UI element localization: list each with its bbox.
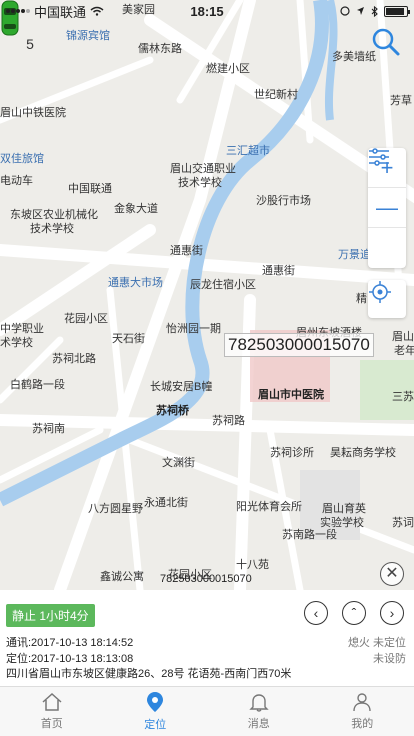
close-button[interactable]: ✕	[380, 562, 404, 586]
next-button[interactable]: ›	[380, 601, 404, 625]
map-label: 沙股行市场	[256, 195, 311, 207]
map-label: 通惠街	[262, 265, 295, 277]
loc-time: 定位:2017-10-13 18:13:08	[6, 653, 134, 665]
status-bar: 中国联通 18:15	[0, 0, 414, 22]
map-label: 长城安居B幢	[150, 381, 213, 393]
map-label: 苏祠北路	[52, 353, 96, 365]
map-label: 天石街	[112, 333, 145, 345]
chevron-right-icon: ›	[389, 605, 395, 621]
map-label: 三汇超市	[226, 145, 270, 157]
map-label: 苏祠南	[32, 423, 65, 435]
locate-button[interactable]	[368, 280, 406, 318]
map-label: 永通北街	[144, 497, 188, 509]
map-label: 技术学校	[30, 223, 74, 235]
user-icon	[353, 693, 371, 712]
tab-messages[interactable]: 消息	[207, 687, 311, 736]
vehicle-info-panel: 静止 1小时4分 ‹ ˆ › 通讯:2017-10-13 18:14:52 定位…	[0, 590, 414, 686]
map-label: 苏南路一段	[282, 529, 337, 541]
map-label: 苏词	[392, 517, 414, 529]
map-label: 文渊街	[162, 457, 195, 469]
carrier-label: 中国联通	[34, 4, 87, 20]
comm-time: 通讯:2017-10-13 18:14:52	[6, 637, 134, 649]
map-label: 昊耘商务学校	[330, 447, 396, 459]
location-arrow-icon	[357, 7, 364, 15]
layers-button[interactable]	[368, 148, 406, 268]
chevron-up-icon: ˆ	[351, 605, 357, 621]
map-label: 锦源宾馆	[66, 30, 110, 42]
zoom-level: 5	[26, 36, 34, 52]
map-label: 万景追	[338, 249, 371, 261]
ignition-status: 熄火 未定位	[347, 637, 406, 649]
status-badge: 静止 1小时4分	[6, 604, 95, 627]
signal-icon	[6, 9, 30, 13]
address: 四川省眉山市东坡区健康路26、28号 花语苑-西南门西70米	[6, 668, 292, 680]
map-label: 鑫诚公寓	[100, 571, 144, 583]
home-icon	[42, 692, 62, 711]
search-button[interactable]	[370, 26, 402, 58]
chevron-left-icon: ‹	[313, 605, 319, 621]
map-label: 老年	[394, 345, 414, 357]
map-label: 儒林东路	[138, 43, 182, 55]
tab-label: 我的	[351, 718, 374, 730]
map-label: 金象大道	[114, 203, 158, 215]
map-label: 苏祠诊所	[270, 447, 314, 459]
map-view[interactable]: 美家园 锦源宾馆 儒林东路 燃建小区 多美墙纸 世纪新村 芳草 眉山中铁医院 三汇超市 双佳旅馆眉…	[0, 0, 414, 590]
bluetooth-icon	[371, 5, 378, 17]
plate-callout: 782503000015070	[224, 333, 374, 357]
map-label: 眉山中铁医院	[0, 107, 66, 119]
map-label: 怡洲园一期	[166, 323, 221, 335]
prev-button[interactable]: ‹	[304, 601, 328, 625]
tab-home[interactable]: 首页	[0, 687, 104, 736]
tab-bar: 首页 定位 消息 我的	[0, 686, 414, 736]
map-label: 十八苑	[236, 559, 269, 571]
map-label: 术学校	[0, 337, 33, 349]
map-label: 白鹤路一段	[10, 379, 65, 391]
map-label: 世纪新村	[254, 89, 298, 101]
sliders-icon	[369, 148, 389, 166]
zoom-out-button[interactable]: —	[368, 188, 406, 228]
defense-status: 未设防	[373, 653, 406, 665]
tab-label: 首页	[40, 718, 63, 730]
map-control-panel: + —	[368, 148, 406, 268]
map-label: 苏祠桥	[156, 405, 189, 417]
map-label: 辰龙住宿小区	[190, 279, 256, 291]
battery-icon	[384, 5, 410, 17]
map-label: 中国联通	[68, 183, 112, 195]
map-label: 三苏	[392, 391, 414, 403]
map-label: 眉山市中医院	[258, 389, 324, 401]
up-button[interactable]: ˆ	[342, 601, 366, 625]
map-label: 燃建小区	[206, 63, 250, 75]
map-label: 双佳旅馆	[0, 153, 44, 165]
map-label: 技术学校	[178, 177, 222, 189]
device-id-label: 782503000015070	[160, 573, 252, 585]
search-icon	[372, 28, 400, 56]
map-label: 通惠大市场	[108, 277, 163, 289]
lock-rotation-icon	[340, 6, 350, 16]
close-icon: ✕	[385, 565, 399, 582]
map-label: 精	[356, 293, 367, 305]
tab-location[interactable]: 定位	[104, 687, 208, 736]
bell-icon	[249, 694, 269, 712]
tab-mine[interactable]: 我的	[311, 687, 414, 736]
wifi-icon	[90, 6, 104, 16]
map-label: 电动车	[0, 175, 33, 187]
map-label: 芳草	[390, 95, 412, 107]
map-label: 花园小区	[64, 313, 108, 325]
location-pin-icon	[147, 692, 164, 712]
tab-label: 消息	[247, 718, 270, 730]
map-label: 八方圆星野	[88, 503, 143, 515]
tab-label: 定位	[144, 719, 167, 731]
map-label: 苏祠路	[212, 415, 245, 427]
crosshair-icon	[369, 281, 391, 303]
map-label: 阳光体育会所	[236, 501, 302, 513]
map-label: 通惠街	[170, 245, 203, 257]
